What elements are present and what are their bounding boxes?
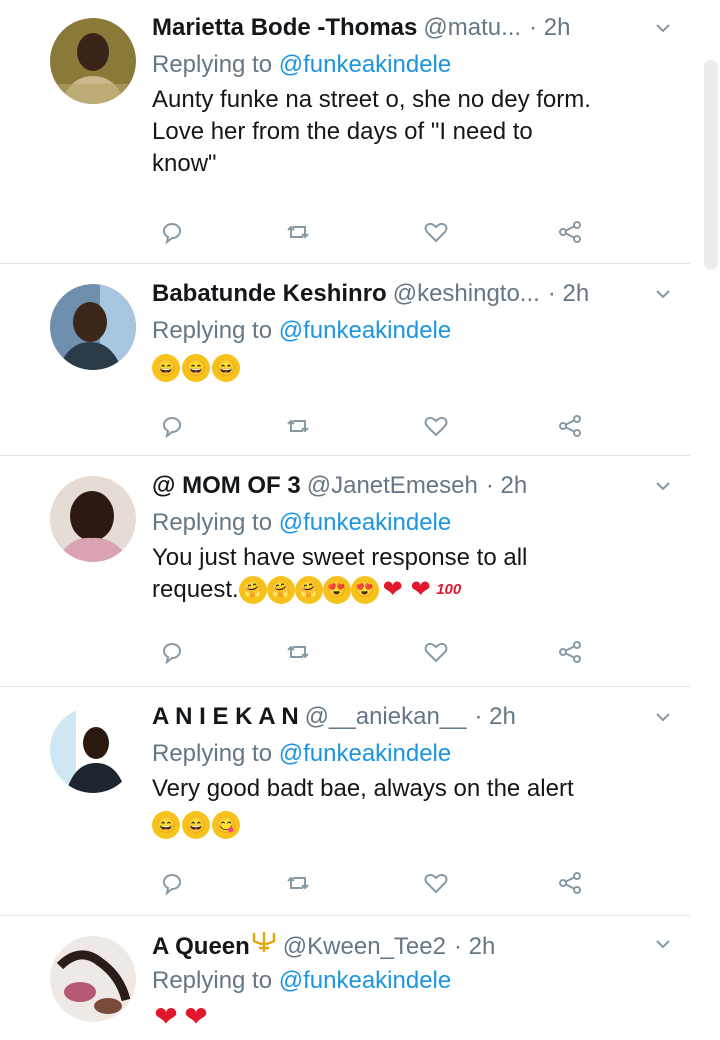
- emoji-row: ❤ ❤: [152, 1000, 670, 1032]
- timestamp[interactable]: · 2h: [529, 14, 570, 42]
- mention-link[interactable]: @funkeakindele: [279, 967, 451, 994]
- display-name[interactable]: Babatunde Keshinro: [152, 280, 387, 308]
- tweet-text: Very good badt bae, always on the alert: [152, 775, 574, 802]
- like-icon[interactable]: [422, 218, 450, 246]
- user-handle[interactable]: @matu...: [423, 14, 521, 42]
- heart-emoji-icon: ❤: [410, 576, 431, 603]
- hugging-emoji-icon: 🤗: [238, 576, 267, 604]
- retweet-icon[interactable]: [284, 412, 312, 440]
- display-name[interactable]: A N I E K A N: [152, 703, 299, 731]
- replying-to: Replying to @funkeakindele: [152, 317, 452, 344]
- emoji-row: 😄 😄 😋: [152, 811, 670, 839]
- tweet[interactable]: @ MOM OF 3 @JanetEmeseh · 2h Replying to…: [0, 456, 690, 687]
- user-handle[interactable]: @__aniekan__: [305, 703, 467, 731]
- hugging-emoji-icon: 🤗: [266, 576, 295, 604]
- grinning-emoji-icon: 😄: [152, 811, 180, 839]
- timestamp[interactable]: · 2h: [548, 280, 589, 308]
- replying-to: Replying to @funkeakindele: [152, 967, 452, 994]
- share-icon[interactable]: [556, 218, 584, 246]
- user-handle[interactable]: @Kween_Tee2: [283, 933, 446, 961]
- caret-down-icon[interactable]: [648, 282, 678, 308]
- caret-down-icon[interactable]: [648, 474, 678, 500]
- grinning-emoji-icon: 😄: [212, 354, 240, 382]
- reply-icon[interactable]: [158, 218, 186, 246]
- caret-down-icon[interactable]: [648, 705, 678, 731]
- trident-icon: [252, 932, 275, 952]
- tweet-actions: [158, 412, 581, 440]
- heart-emoji-icon: ❤: [184, 1000, 208, 1032]
- grinning-emoji-icon: 😄: [182, 354, 210, 382]
- tweet[interactable]: Marietta Bode -Thomas @matu... · 2h Repl…: [0, 0, 690, 264]
- emoji-row: 😄 😄 😄: [152, 354, 670, 382]
- avatar[interactable]: [50, 18, 136, 104]
- tweet[interactable]: A N I E K A N @__aniekan__ · 2h Replying…: [0, 687, 690, 916]
- scrollbar[interactable]: [704, 60, 718, 270]
- hundred-points-emoji-icon: 100: [436, 581, 462, 598]
- caret-down-icon[interactable]: [648, 932, 678, 958]
- like-icon[interactable]: [422, 869, 450, 897]
- avatar[interactable]: [50, 707, 136, 793]
- share-icon[interactable]: [556, 412, 584, 440]
- reply-icon[interactable]: [158, 412, 186, 440]
- timestamp[interactable]: · 2h: [454, 933, 495, 961]
- avatar[interactable]: [50, 936, 136, 1022]
- retweet-icon[interactable]: [284, 638, 312, 666]
- heart-emoji-icon: ❤: [154, 1000, 178, 1032]
- heart-eyes-emoji-icon: 😍: [322, 576, 351, 604]
- heart-emoji-icon: ❤: [382, 576, 403, 603]
- yum-emoji-icon: 😋: [212, 811, 240, 839]
- like-icon[interactable]: [422, 412, 450, 440]
- retweet-icon[interactable]: [284, 218, 312, 246]
- mention-link[interactable]: @funkeakindele: [279, 509, 451, 536]
- mention-link[interactable]: @funkeakindele: [279, 317, 451, 344]
- grinning-emoji-icon: 😄: [182, 811, 210, 839]
- caret-down-icon[interactable]: [648, 16, 678, 42]
- retweet-icon[interactable]: [284, 869, 312, 897]
- replying-to: Replying to @funkeakindele: [152, 51, 452, 78]
- hugging-emoji-icon: 🤗: [294, 576, 323, 604]
- tweet[interactable]: A Queen @Kween_Tee2 · 2h Replying to @fu…: [0, 916, 690, 1040]
- timestamp[interactable]: · 2h: [475, 703, 516, 731]
- replying-to: Replying to @funkeakindele: [152, 740, 452, 767]
- share-icon[interactable]: [556, 638, 584, 666]
- avatar[interactable]: [50, 476, 136, 562]
- user-handle[interactable]: @keshingto...: [393, 280, 540, 308]
- display-name[interactable]: A Queen: [152, 933, 250, 961]
- display-name[interactable]: Marietta Bode -Thomas: [152, 14, 417, 42]
- tweet-actions: [158, 218, 581, 246]
- share-icon[interactable]: [556, 869, 584, 897]
- avatar[interactable]: [50, 284, 136, 370]
- reply-feed: Marietta Bode -Thomas @matu... · 2h Repl…: [0, 0, 690, 1040]
- tweet-actions: [158, 638, 581, 666]
- grinning-emoji-icon: 😄: [152, 354, 180, 382]
- heart-eyes-emoji-icon: 😍: [350, 576, 379, 604]
- reply-icon[interactable]: [158, 638, 186, 666]
- replying-to: Replying to @funkeakindele: [152, 509, 452, 536]
- mention-link[interactable]: @funkeakindele: [279, 740, 451, 767]
- timestamp[interactable]: · 2h: [486, 472, 527, 500]
- tweet-text: You just have sweet response to all requ…: [152, 544, 528, 604]
- tweet-actions: [158, 869, 581, 897]
- reply-icon[interactable]: [158, 869, 186, 897]
- display-name[interactable]: @ MOM OF 3: [152, 472, 301, 500]
- mention-link[interactable]: @funkeakindele: [279, 51, 451, 78]
- like-icon[interactable]: [422, 638, 450, 666]
- tweet[interactable]: Babatunde Keshinro @keshingto... · 2h Re…: [0, 264, 690, 456]
- user-handle[interactable]: @JanetEmeseh: [307, 472, 478, 500]
- tweet-text: Aunty funke na street o, she no dey form…: [152, 86, 591, 177]
